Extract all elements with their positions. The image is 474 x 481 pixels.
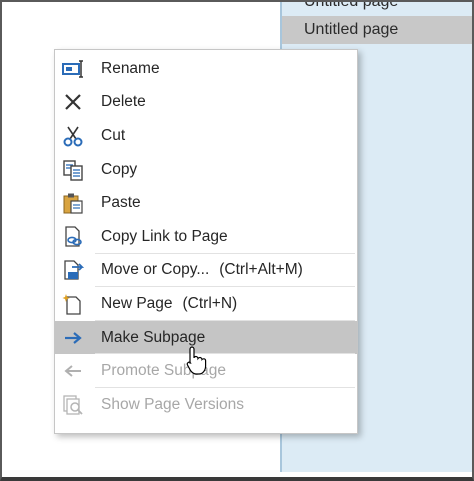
paste-icon	[61, 191, 85, 215]
menu-item-label: Delete	[101, 93, 146, 111]
link-page-icon	[61, 225, 85, 249]
menu-item-shortcut: (Ctrl+N)	[182, 294, 238, 312]
arrow-left-icon	[61, 359, 85, 383]
menu-item-label: Cut	[101, 126, 126, 144]
page-list-item[interactable]: Untitled page	[282, 0, 472, 16]
rename-icon	[61, 57, 85, 81]
menu-item-move-or-copy[interactable]: Move or Copy... (Ctrl+Alt+M)	[55, 254, 357, 288]
menu-item-delete[interactable]: Delete	[55, 86, 357, 120]
arrow-right-icon	[61, 326, 85, 350]
menu-item-label: Copy	[101, 160, 138, 178]
menu-item-rename[interactable]: Rename	[55, 52, 357, 86]
page-list-item-selected[interactable]: Untitled page	[282, 16, 472, 44]
mouse-pointer-icon	[186, 346, 208, 376]
menu-item-new-page[interactable]: New Page (Ctrl+N)	[55, 287, 357, 321]
move-copy-icon	[61, 258, 85, 282]
menu-item-label: Rename	[101, 59, 160, 77]
menu-item-shortcut: (Ctrl+Alt+M)	[219, 261, 303, 279]
new-page-icon	[61, 292, 85, 316]
page-versions-icon	[61, 393, 85, 417]
menu-item-label: Make Subpage	[101, 328, 206, 346]
menu-item-label: Show Page Versions	[101, 395, 245, 413]
menu-item-label: Copy Link to Page	[101, 227, 228, 245]
menu-item-label: Paste	[101, 194, 141, 212]
menu-item-label: Move or Copy...	[101, 261, 210, 279]
menu-item-cut[interactable]: Cut	[55, 119, 357, 153]
scissors-icon	[61, 124, 85, 148]
menu-item-paste[interactable]: Paste	[55, 186, 357, 220]
delete-icon	[61, 90, 85, 114]
menu-item-label: New Page	[101, 294, 173, 312]
copy-icon	[61, 158, 85, 182]
menu-item-copy-link-to-page[interactable]: Copy Link to Page	[55, 220, 357, 254]
context-menu: Rename Delete Cut Copy Paste Copy Link t…	[54, 49, 358, 434]
menu-item-copy[interactable]: Copy	[55, 153, 357, 187]
menu-item-show-page-versions[interactable]: Show Page Versions	[55, 388, 357, 422]
